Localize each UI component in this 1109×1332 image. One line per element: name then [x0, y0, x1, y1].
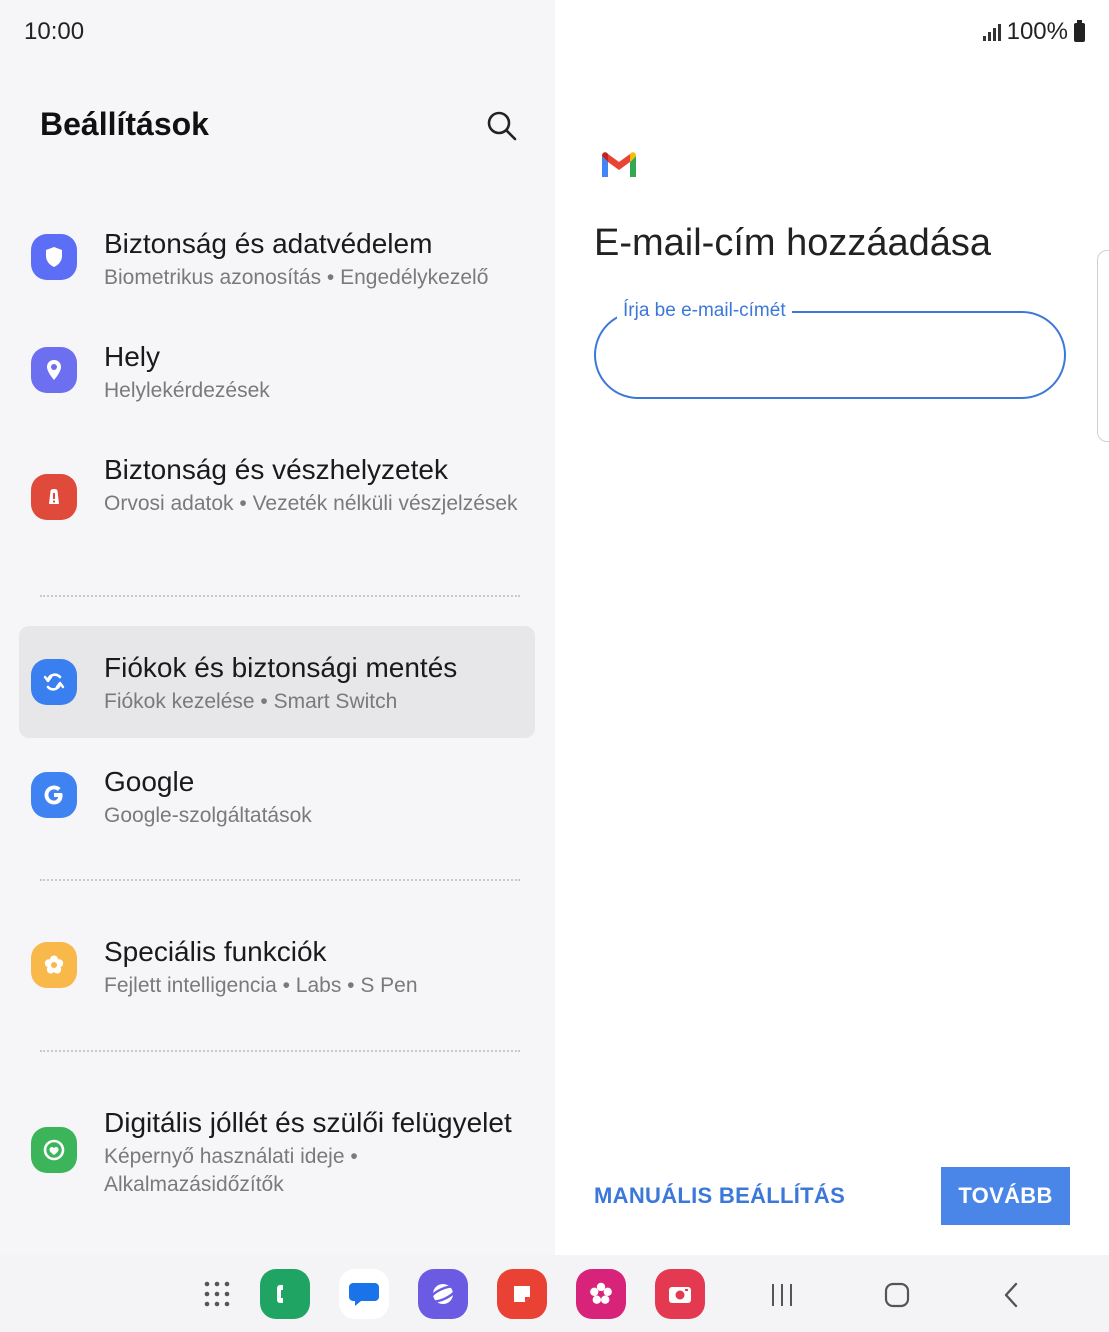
settings-item-title: Google	[104, 766, 195, 797]
messages-icon[interactable]	[339, 1269, 389, 1319]
page-title: Beállítások	[40, 106, 209, 142]
edge-panel-handle[interactable]	[1097, 250, 1109, 442]
settings-item-safety-emergency[interactable]: Biztonság és vészhelyzetek Orvosi adatok…	[19, 448, 535, 556]
gmail-logo-icon	[602, 152, 636, 177]
settings-item-title: Hely	[104, 341, 161, 372]
section-divider	[40, 595, 520, 597]
email-setup-pane: 100%	[555, 0, 1109, 1255]
email-field-label: Írja be e-mail-címét	[617, 300, 792, 322]
settings-item-subtitle: Orvosi adatok • Vezeték nélküli vészjelz…	[104, 492, 518, 515]
settings-item-subtitle: Biometrikus azonosítás • Engedélykezelő	[104, 266, 489, 289]
emergency-icon	[31, 474, 77, 520]
settings-item-subtitle: Google-szolgáltatások	[104, 804, 312, 827]
section-divider	[40, 1050, 520, 1052]
settings-item-title: Fiókok és biztonsági mentés	[104, 652, 458, 683]
next-button[interactable]: TOVÁBB	[941, 1167, 1070, 1225]
settings-item-title: Speciális funkciók	[104, 936, 327, 967]
gallery-icon[interactable]	[576, 1269, 626, 1319]
internet-icon[interactable]	[418, 1269, 468, 1319]
section-divider	[40, 879, 520, 881]
email-setup-title: E-mail-cím hozzáadása	[594, 222, 992, 264]
status-time: 10:00	[24, 18, 85, 45]
taskbar	[0, 1255, 1109, 1332]
settings-item-subtitle: Helylekérdezések	[104, 379, 270, 402]
email-input[interactable]	[626, 333, 1040, 379]
wellbeing-icon	[31, 1127, 77, 1173]
settings-item-advanced-features[interactable]: Speciális funkciók Fejlett intelligencia…	[19, 930, 535, 1010]
email-field[interactable]	[594, 311, 1066, 399]
phone-icon[interactable]	[260, 1269, 310, 1319]
home-icon[interactable]	[877, 1275, 917, 1315]
recents-icon[interactable]	[762, 1275, 802, 1315]
apps-grid-icon[interactable]	[192, 1269, 242, 1319]
camera-icon[interactable]	[655, 1269, 705, 1319]
settings-item-location[interactable]: Hely Helylekérdezések	[19, 335, 535, 415]
google-icon	[31, 772, 77, 818]
settings-item-title: Digitális jóllét és szülői felügyelet	[104, 1107, 512, 1138]
settings-item-subtitle: Fejlett intelligencia • Labs • S Pen	[104, 974, 418, 997]
settings-item-title: Biztonság és adatvédelem	[104, 228, 433, 259]
flower-icon	[31, 942, 77, 988]
back-icon[interactable]	[992, 1275, 1032, 1315]
settings-item-title: Biztonság és vészhelyzetek	[104, 454, 448, 485]
search-button[interactable]	[484, 108, 520, 144]
settings-item-subtitle: Képernyő használati ideje • Alkalmazásid…	[104, 1145, 358, 1196]
settings-item-security-privacy[interactable]: Biztonság és adatvédelem Biometrikus azo…	[19, 222, 535, 302]
notes-icon[interactable]	[497, 1269, 547, 1319]
settings-item-subtitle: Fiókok kezelése • Smart Switch	[104, 690, 398, 713]
settings-pane: 10:00 Beállítások Biztonság és adatvédel…	[0, 0, 555, 1255]
manual-setup-button[interactable]: MANUÁLIS BEÁLLÍTÁS	[594, 1183, 845, 1209]
battery-percent: 100%	[1006, 18, 1068, 45]
battery-icon	[1074, 19, 1085, 42]
settings-item-google[interactable]: Google Google-szolgáltatások	[19, 760, 535, 840]
settings-item-accounts-backup[interactable]: Fiókok és biztonsági mentés Fiókok kezel…	[19, 626, 535, 738]
shield-icon	[31, 234, 77, 280]
location-pin-icon	[31, 347, 77, 393]
settings-item-digital-wellbeing[interactable]: Digitális jóllét és szülői felügyelet Ké…	[19, 1101, 535, 1209]
status-indicators: 100%	[982, 18, 1085, 46]
signal-icon	[982, 23, 1001, 41]
sync-icon	[31, 659, 77, 705]
search-icon	[487, 111, 517, 141]
